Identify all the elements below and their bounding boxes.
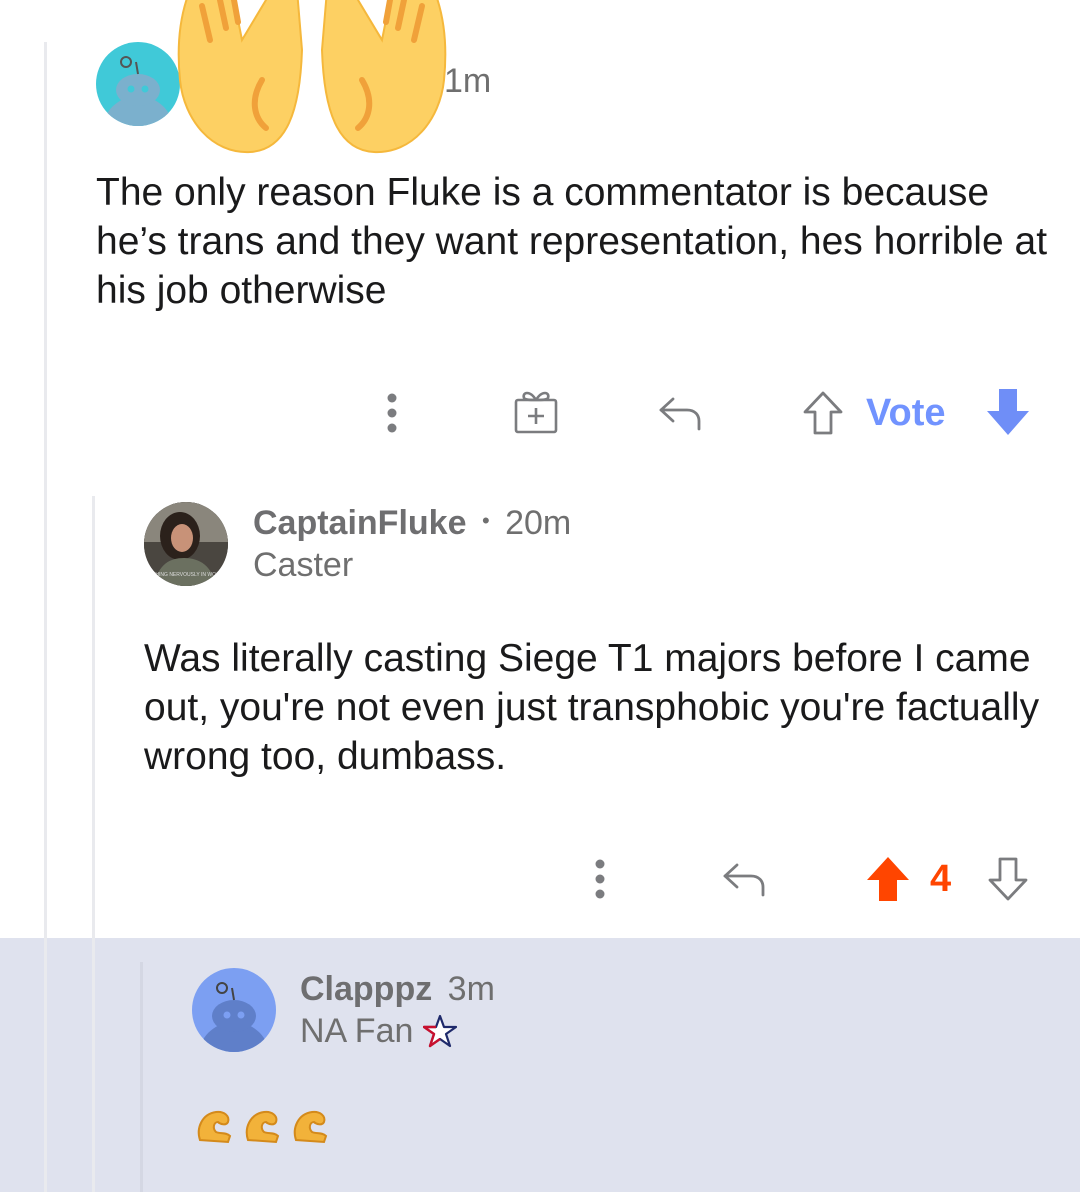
user-flair-row: NA Fan bbox=[300, 1010, 458, 1052]
comment-timestamp: 3m bbox=[447, 970, 495, 1008]
thread-line-level2[interactable] bbox=[92, 496, 95, 1192]
downvote-button[interactable] bbox=[984, 386, 1032, 438]
user-flair: Caster bbox=[253, 546, 354, 584]
more-options-button[interactable] bbox=[578, 854, 622, 904]
comment-body: Was literally casting Siege T1 majors be… bbox=[144, 637, 1040, 778]
user-flair: NA Fan bbox=[300, 1012, 414, 1050]
upvote-button[interactable] bbox=[864, 854, 912, 904]
highlighted-comment-bg bbox=[0, 938, 1080, 1192]
more-vert-icon bbox=[387, 393, 397, 433]
reply-button[interactable] bbox=[716, 856, 772, 902]
downvote-outline-icon bbox=[988, 857, 1028, 901]
downvote-filled-icon bbox=[987, 389, 1029, 435]
raised-hands-sticker-icon bbox=[177, 0, 447, 154]
more-vert-icon bbox=[595, 859, 605, 899]
upvote-outline-icon bbox=[803, 391, 843, 435]
snoo-avatar-icon bbox=[198, 982, 270, 1052]
give-award-button[interactable] bbox=[508, 386, 564, 438]
upvote-button[interactable] bbox=[800, 388, 846, 438]
thread-line-level3[interactable] bbox=[140, 962, 143, 1192]
comment-timestamp: 1m bbox=[444, 62, 492, 100]
more-options-button[interactable] bbox=[370, 388, 414, 438]
avatar[interactable]: SHING NERVOUSLY IN WOO bbox=[144, 502, 228, 586]
separator-dot: • bbox=[481, 508, 490, 533]
profile-photo-icon: SHING NERVOUSLY IN WOO bbox=[144, 502, 228, 586]
reply-icon bbox=[723, 863, 765, 897]
vote-count: Vote bbox=[866, 391, 946, 434]
gift-award-icon bbox=[514, 391, 558, 434]
reply-icon bbox=[659, 397, 701, 431]
star-flag-icon bbox=[423, 1014, 458, 1048]
thread-line-outer[interactable] bbox=[44, 42, 47, 1192]
downvote-button[interactable] bbox=[984, 854, 1032, 904]
comment-timestamp: 20m bbox=[505, 504, 572, 542]
avatar-caption: SHING NERVOUSLY IN WOO bbox=[152, 572, 220, 578]
comment-body: The only reason Fluke is a commentator i… bbox=[96, 171, 1048, 312]
flexed-biceps-icon bbox=[197, 1110, 328, 1144]
comment-header: CaptainFluke • 20m bbox=[253, 502, 571, 548]
username-link[interactable]: Clapppz bbox=[300, 970, 432, 1008]
username-link[interactable]: CaptainFluke bbox=[253, 504, 466, 542]
upvote-filled-icon bbox=[867, 857, 909, 901]
vote-count: 4 bbox=[930, 857, 952, 900]
avatar[interactable] bbox=[192, 968, 276, 1052]
reply-button[interactable] bbox=[652, 390, 708, 436]
comment-header: Clapppz 3m bbox=[300, 968, 495, 1010]
